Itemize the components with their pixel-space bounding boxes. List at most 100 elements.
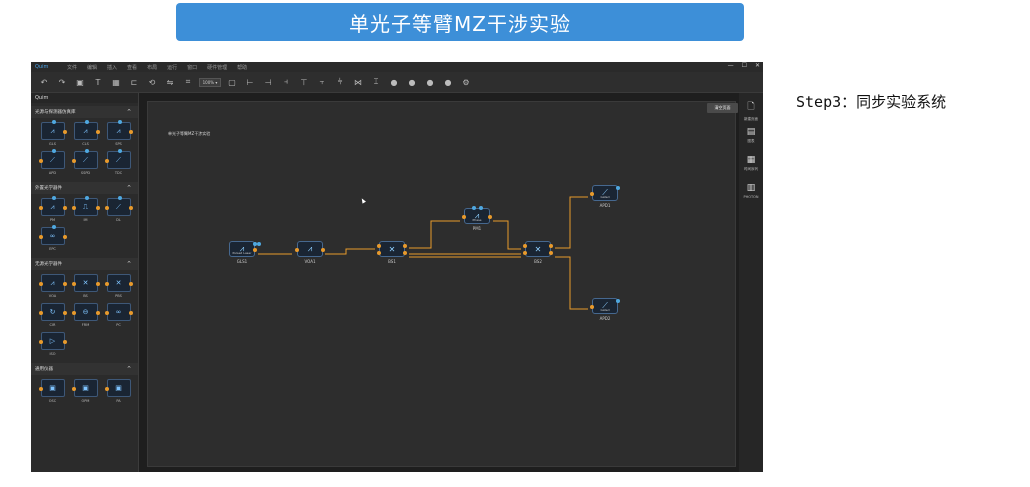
component-gls[interactable]: ⩘ GLS [37,120,68,148]
maximize-button[interactable]: ☐ [742,62,747,69]
library-header-label: Quim [35,95,49,101]
modulator-icon: ⎍ [71,196,100,216]
chevron-up-icon[interactable]: ⌃ [126,260,132,268]
menu-help[interactable]: 帮助 [237,64,247,71]
section-light-sources[interactable]: 光源与探测器仿真库 ⌃ [31,106,138,118]
distribute-h-icon[interactable]: ⫩ [333,75,347,89]
tool-label: 时间序列 [744,167,758,171]
circle-icon[interactable]: ● [405,75,419,89]
component-cls[interactable]: ⩘ CLS [70,120,101,148]
chevron-up-icon[interactable]: ⌃ [126,365,132,373]
beamsplitter-icon: ✕ [104,274,133,292]
component-sspd[interactable]: ⟋ SSPD [70,149,101,177]
align-left-icon[interactable]: ⊢ [243,75,257,89]
wire-pm1-bs2 [493,220,521,250]
flip-icon[interactable]: ⇋ [163,75,177,89]
menu-insert[interactable]: 插入 [107,64,117,71]
fiber-connections [258,196,588,310]
clear-page-button[interactable]: 清空页面 [707,103,738,113]
component-im[interactable]: ⎍ IM [70,196,101,224]
component-dl[interactable]: ⟋ DL [103,196,134,224]
node-voa1[interactable]: ⩘ VOA1 [295,241,325,264]
component-label: SSPD [80,171,91,175]
node-label: APD1 [599,203,611,208]
node-bs2[interactable]: ✕ BS2 [523,241,553,264]
menu-window[interactable]: 窗口 [187,64,197,71]
component-pbs[interactable]: ✕ PBS [103,274,134,300]
new-page-tool[interactable]: 🗋 新建页面 [739,93,763,121]
phase-icon: ⩘ [38,196,67,216]
chart-tool[interactable]: ▤ 图表 [739,121,763,149]
minimize-button[interactable]: — [728,62,734,69]
component-pm[interactable]: ⩘ PM [37,196,68,224]
component-iso[interactable]: ▷ ISO [37,332,68,358]
record-icon[interactable]: ● [423,75,437,89]
frame-icon[interactable]: ▢ [225,75,239,89]
component-apd[interactable]: ⟋ APD [37,149,68,177]
component-sps[interactable]: ⩘ SPS [103,120,134,148]
banner-title: 单光子等臂MZ干涉实验 [349,11,571,36]
stop-icon[interactable]: ● [387,75,401,89]
toolbar: ↶ ↷ ▣ T ▦ ⊏ ⟲ ⇋ ⌗ 100% ▾ ▢ ⊢ ⊣ ⫞ ⊤ ⫟ ⫩ ⋈… [31,72,763,93]
wire-bs1-pm1-top [409,220,460,249]
spacing-icon[interactable]: ⌶ [369,75,383,89]
page-banner: 单光子等臂MZ干涉实验 [176,3,744,41]
photon-tool[interactable]: ▥ PHOTON [739,177,763,205]
menu-file[interactable]: 文件 [67,64,77,71]
chevron-up-icon[interactable]: ⌃ [126,184,132,192]
menu-view[interactable]: 查看 [127,64,137,71]
component-label: PA [116,399,121,403]
design-canvas[interactable]: 单光子等臂MZ干涉实验 ⩘ Pulsed Laser GLS1 ⩘ VOA1 ✕… [147,101,736,467]
node-apd1[interactable]: ⟋ Gated APD1 [590,185,620,208]
rotate-icon[interactable]: ⟲ [145,75,159,89]
redo-icon[interactable]: ↷ [55,75,69,89]
component-tdc[interactable]: ⟋ TDC [103,149,134,177]
align-top-icon[interactable]: ⊤ [297,75,311,89]
zoom-select[interactable]: 100% ▾ [199,77,221,87]
menu-edit[interactable]: 编辑 [87,64,97,71]
component-epc[interactable]: ∞ EPC [37,225,68,253]
image-icon[interactable]: ▣ [73,75,87,89]
menu-hardware[interactable]: 硬件管理 [207,64,227,71]
chevron-up-icon[interactable]: ⌃ [126,108,132,116]
align-right-icon[interactable]: ⊣ [261,75,275,89]
section-instruments[interactable]: 通用仪器 ⌃ [31,363,138,375]
component-bs[interactable]: ✕ BS [70,274,101,300]
node-gls1[interactable]: ⩘ Pulsed Laser GLS1 [229,241,261,264]
section-active-devices[interactable]: 外置光学器件 ⌃ [31,182,138,194]
grid-icon[interactable]: ▦ [109,75,123,89]
align-center-icon[interactable]: ⫞ [279,75,293,89]
settings-icon[interactable]: ⚙ [459,75,473,89]
menu-layout[interactable]: 布局 [147,64,157,71]
close-button[interactable]: ✕ [755,62,760,69]
pulse-icon: ⩘ [73,120,100,140]
tool-label: 图表 [747,139,755,143]
detector-icon: ⟋ Gated [590,185,620,201]
node-label: BS1 [388,259,396,264]
text-icon[interactable]: T [91,75,105,89]
component-frm[interactable]: ⊖ FRM [70,303,101,329]
section-passive-devices[interactable]: 无源光学器件 ⌃ [31,258,138,270]
component-pa[interactable]: ▣ PA [103,379,134,405]
node-bs1[interactable]: ✕ BS1 [377,241,407,264]
align-icon[interactable]: ⊏ [127,75,141,89]
component-pc[interactable]: ∞ PC [103,303,134,329]
node-pm1[interactable]: ⩘ Phase PM1 [462,206,492,231]
pause-icon[interactable]: ● [441,75,455,89]
window-controls: — ☐ ✕ [728,62,760,69]
undo-icon[interactable]: ↶ [37,75,51,89]
component-osc[interactable]: ▣ OSC [37,379,68,405]
crop-icon[interactable]: ⌗ [181,75,195,89]
distribute-v-icon[interactable]: ⋈ [351,75,365,89]
component-opm[interactable]: ▣ OPM [70,379,101,405]
component-voa[interactable]: ⩘ VOA [37,274,68,300]
time-series-tool[interactable]: ▦ 时间序列 [739,149,763,177]
node-label: PM1 [472,226,482,231]
align-middle-icon[interactable]: ⫟ [315,75,329,89]
library-header: Quim [31,93,138,103]
component-label: PC [116,323,121,327]
section-title-label: 无源光学器件 [35,262,62,267]
menu-run[interactable]: 运行 [167,64,177,71]
component-cir[interactable]: ↻ CIR [37,303,68,329]
node-apd2[interactable]: ⟋ Gated APD2 [590,298,620,321]
